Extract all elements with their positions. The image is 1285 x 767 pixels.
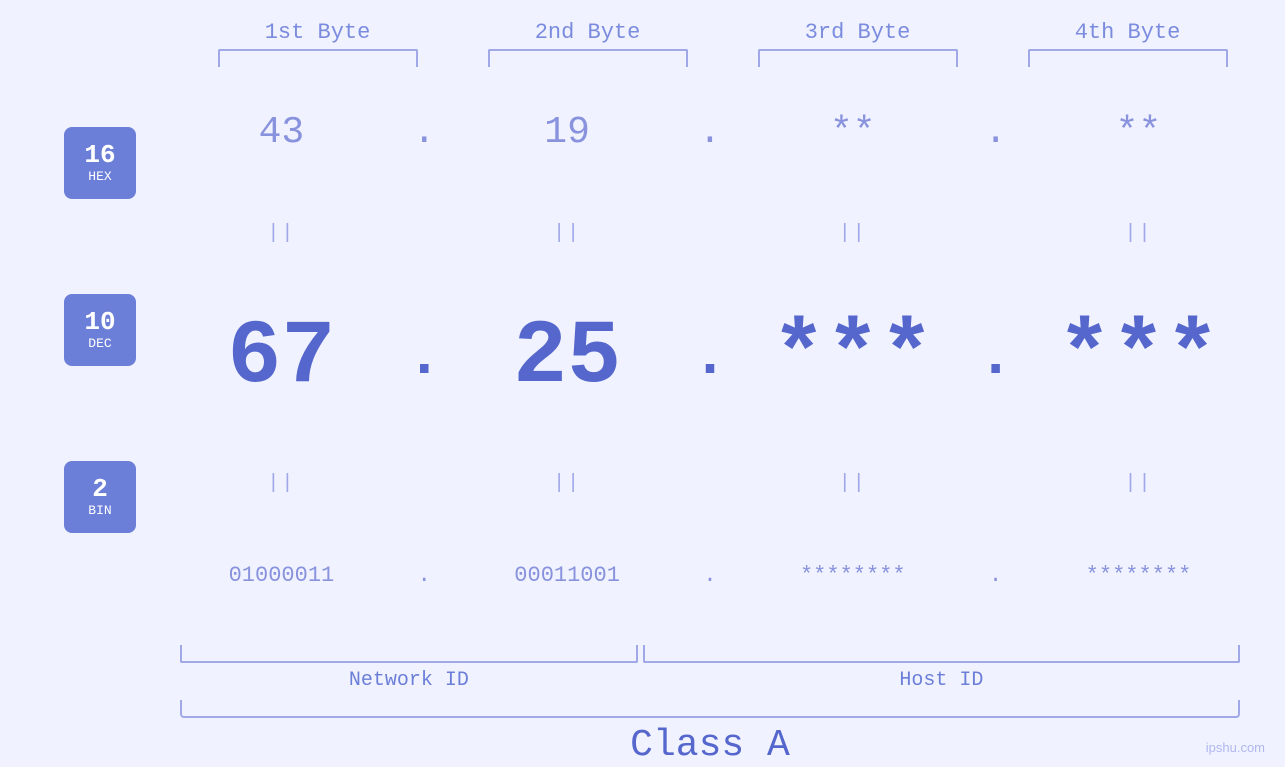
hex-b2: 19	[447, 111, 687, 154]
hex-badge-num: 16	[84, 141, 115, 170]
dec-b4: ***	[1018, 313, 1258, 403]
eq1-b4: ||	[1018, 222, 1258, 245]
bin-dot1: .	[404, 563, 444, 588]
dec-badge: 10 DEC	[64, 294, 136, 366]
eq1-b2: ||	[447, 222, 687, 245]
network-host-labels: Network ID Host ID	[160, 669, 1240, 692]
byte3-header: 3rd Byte	[758, 20, 958, 45]
main-container: 1st Byte 2nd Byte 3rd Byte 4th Byte 16 H…	[0, 0, 1285, 767]
bin-b3: ********	[733, 563, 973, 588]
equals-row-2: || || || ||	[160, 468, 1260, 498]
bracket-host	[643, 645, 1240, 663]
dec-values-row: 67 . 25 . *** . ***	[160, 313, 1260, 403]
content-area: 16 HEX 10 DEC 2 BIN 43 .	[0, 69, 1285, 640]
byte-headers: 1st Byte 2nd Byte 3rd Byte 4th Byte	[183, 20, 1263, 45]
hex-badge-label: HEX	[88, 169, 111, 184]
bracket-byte2	[488, 49, 688, 67]
bottom-section: Network ID Host ID Class A	[0, 640, 1285, 767]
bracket-byte1	[218, 49, 418, 67]
byte1-header: 1st Byte	[218, 20, 418, 45]
bin-badge-num: 2	[92, 475, 108, 504]
bin-badge-label: BIN	[88, 503, 111, 518]
hex-b4: **	[1018, 111, 1258, 154]
bin-dot3: .	[976, 563, 1016, 588]
eq2-b4: ||	[1018, 472, 1258, 495]
dec-b3: ***	[733, 313, 973, 403]
hex-dot3: .	[976, 111, 1016, 154]
hex-values-row: 43 . 19 . ** . **	[160, 111, 1260, 154]
bracket-byte3	[758, 49, 958, 67]
dec-badge-num: 10	[84, 308, 115, 337]
bin-b4: ********	[1018, 563, 1258, 588]
eq2-b1: ||	[161, 472, 401, 495]
bracket-network	[180, 645, 638, 663]
hex-dot2: .	[690, 111, 730, 154]
hex-dot1: .	[404, 111, 444, 154]
hex-b3: **	[733, 111, 973, 154]
bin-b1: 01000011	[161, 563, 401, 588]
network-id-label: Network ID	[180, 669, 638, 692]
bin-badge: 2 BIN	[64, 461, 136, 533]
dec-dot1: .	[404, 328, 444, 388]
badges-column: 16 HEX 10 DEC 2 BIN	[0, 69, 160, 640]
eq2-b2: ||	[447, 472, 687, 495]
dec-badge-label: DEC	[88, 336, 111, 351]
equals-row-1: || || || ||	[160, 219, 1260, 249]
hex-b1: 43	[161, 111, 401, 154]
eq1-b3: ||	[733, 222, 973, 245]
bottom-brackets-row	[160, 645, 1240, 665]
bin-b2: 00011001	[447, 563, 687, 588]
bin-values-row: 01000011 . 00011001 . ******** .	[160, 563, 1260, 588]
dec-b2: 25	[447, 313, 687, 403]
host-id-label: Host ID	[643, 669, 1240, 692]
class-a-label: Class A	[180, 724, 1240, 767]
values-area: 43 . 19 . ** . **	[160, 69, 1285, 640]
dec-dot3: .	[976, 328, 1016, 388]
dec-b1: 67	[161, 313, 401, 403]
byte4-header: 4th Byte	[1028, 20, 1228, 45]
bracket-byte4	[1028, 49, 1228, 67]
watermark: ipshu.com	[1206, 740, 1265, 755]
big-bottom-bracket	[180, 700, 1240, 718]
top-bracket-row	[183, 49, 1263, 69]
byte2-header: 2nd Byte	[488, 20, 688, 45]
dec-dot2: .	[690, 328, 730, 388]
eq2-b3: ||	[733, 472, 973, 495]
eq1-b1: ||	[161, 222, 401, 245]
bin-dot2: .	[690, 563, 730, 588]
hex-badge: 16 HEX	[64, 127, 136, 199]
